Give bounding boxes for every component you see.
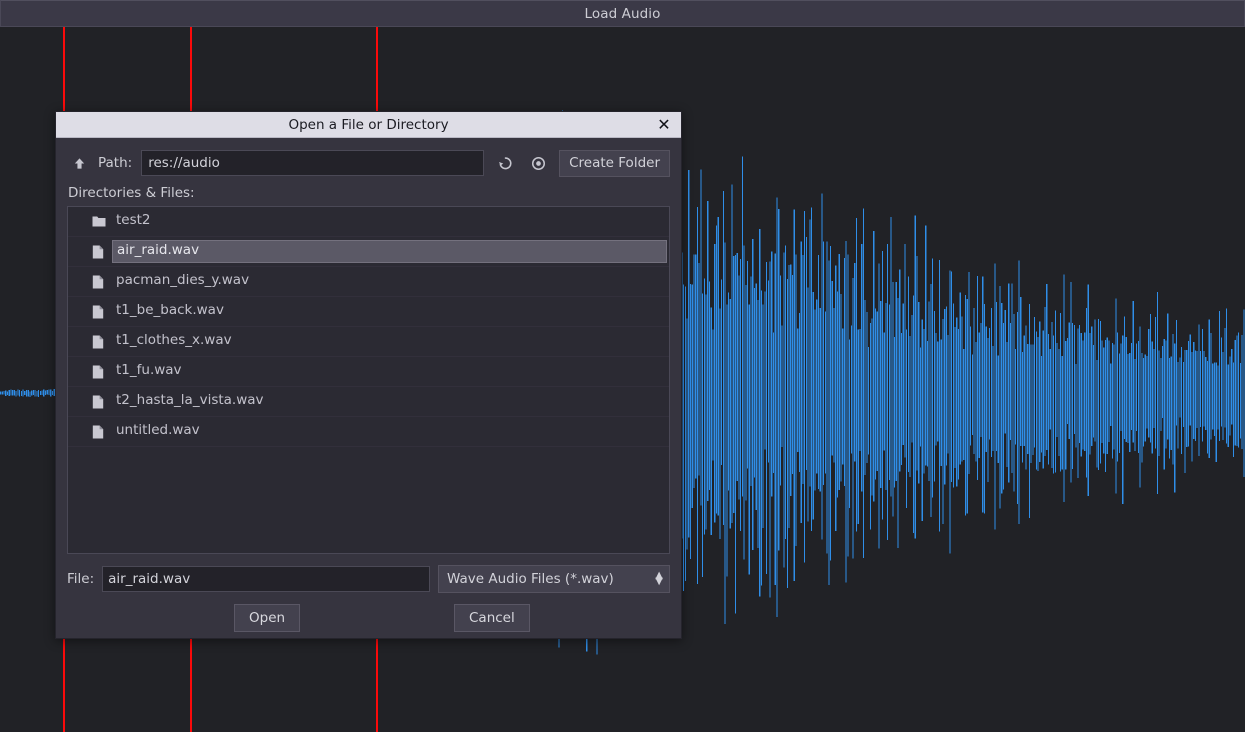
list-item-label: t2_hasta_la_vista.wav: [116, 392, 264, 409]
list-item-label: test2: [116, 212, 151, 229]
file-name-input[interactable]: air_raid.wav: [102, 566, 430, 592]
file-icon: [92, 305, 112, 319]
file-filter-value: Wave Audio Files (*.wav): [447, 571, 614, 587]
list-item-label: pacman_dies_y.wav: [116, 272, 250, 289]
file-dialog: Open a File or Directory ✕ Path: res://a…: [55, 111, 682, 639]
file-icon: [92, 395, 112, 409]
list-item[interactable]: t1_be_back.wav: [68, 297, 669, 327]
list-item[interactable]: air_raid.wav: [68, 237, 669, 267]
create-folder-button[interactable]: Create Folder: [559, 149, 670, 177]
app-root: Load Audio Open a File or Directory ✕ Pa…: [0, 0, 1245, 732]
dialog-titlebar[interactable]: Open a File or Directory ✕: [56, 112, 681, 138]
directories-files-label: Directories & Files:: [68, 185, 195, 201]
file-filter-select[interactable]: Wave Audio Files (*.wav) ▲ ▼: [438, 565, 670, 593]
open-label: Open: [249, 610, 286, 626]
load-audio-label: Load Audio: [584, 5, 661, 22]
load-audio-button[interactable]: Load Audio: [0, 0, 1245, 27]
folder-icon: [92, 215, 112, 228]
file-icon: [92, 365, 112, 379]
list-item[interactable]: t1_fu.wav: [68, 357, 669, 387]
list-item[interactable]: test2: [68, 207, 669, 237]
refresh-icon[interactable]: [493, 151, 517, 175]
eye-icon[interactable]: [526, 151, 550, 175]
list-item-label: t1_fu.wav: [116, 362, 182, 379]
up-arrow-icon[interactable]: [67, 151, 91, 175]
list-item[interactable]: pacman_dies_y.wav: [68, 267, 669, 297]
chevron-updown-icon: ▲ ▼: [655, 569, 663, 587]
file-name-row: File: air_raid.wav Wave Audio Files (*.w…: [67, 565, 670, 593]
file-icon: [92, 425, 112, 439]
create-folder-label: Create Folder: [569, 155, 660, 171]
list-item[interactable]: t2_hasta_la_vista.wav: [68, 387, 669, 417]
file-list[interactable]: test2 air_raid.wav pacman_dies_y.wav t1_be_…: [67, 206, 670, 554]
dialog-button-row: Open Cancel: [67, 604, 670, 632]
file-icon: [92, 335, 112, 349]
list-item-label: untitled.wav: [116, 422, 200, 439]
path-toolbar: Path: res://audio Create Folder: [67, 148, 670, 178]
list-item-label: t1_be_back.wav: [116, 302, 224, 319]
file-icon: [92, 245, 112, 259]
list-item-label: t1_clothes_x.wav: [116, 332, 232, 349]
list-item[interactable]: untitled.wav: [68, 417, 669, 447]
file-icon: [92, 275, 112, 289]
cancel-label: Cancel: [469, 610, 515, 626]
open-button[interactable]: Open: [234, 604, 301, 632]
close-icon[interactable]: ✕: [654, 115, 674, 135]
dialog-title: Open a File or Directory: [288, 116, 449, 133]
cancel-button[interactable]: Cancel: [454, 604, 530, 632]
dialog-body: Path: res://audio Create Folder Director…: [56, 138, 681, 639]
list-item-label: air_raid.wav: [112, 240, 667, 263]
list-item[interactable]: t1_clothes_x.wav: [68, 327, 669, 357]
file-label: File:: [67, 571, 95, 587]
path-label: Path:: [98, 155, 133, 171]
path-input[interactable]: res://audio: [141, 150, 485, 176]
